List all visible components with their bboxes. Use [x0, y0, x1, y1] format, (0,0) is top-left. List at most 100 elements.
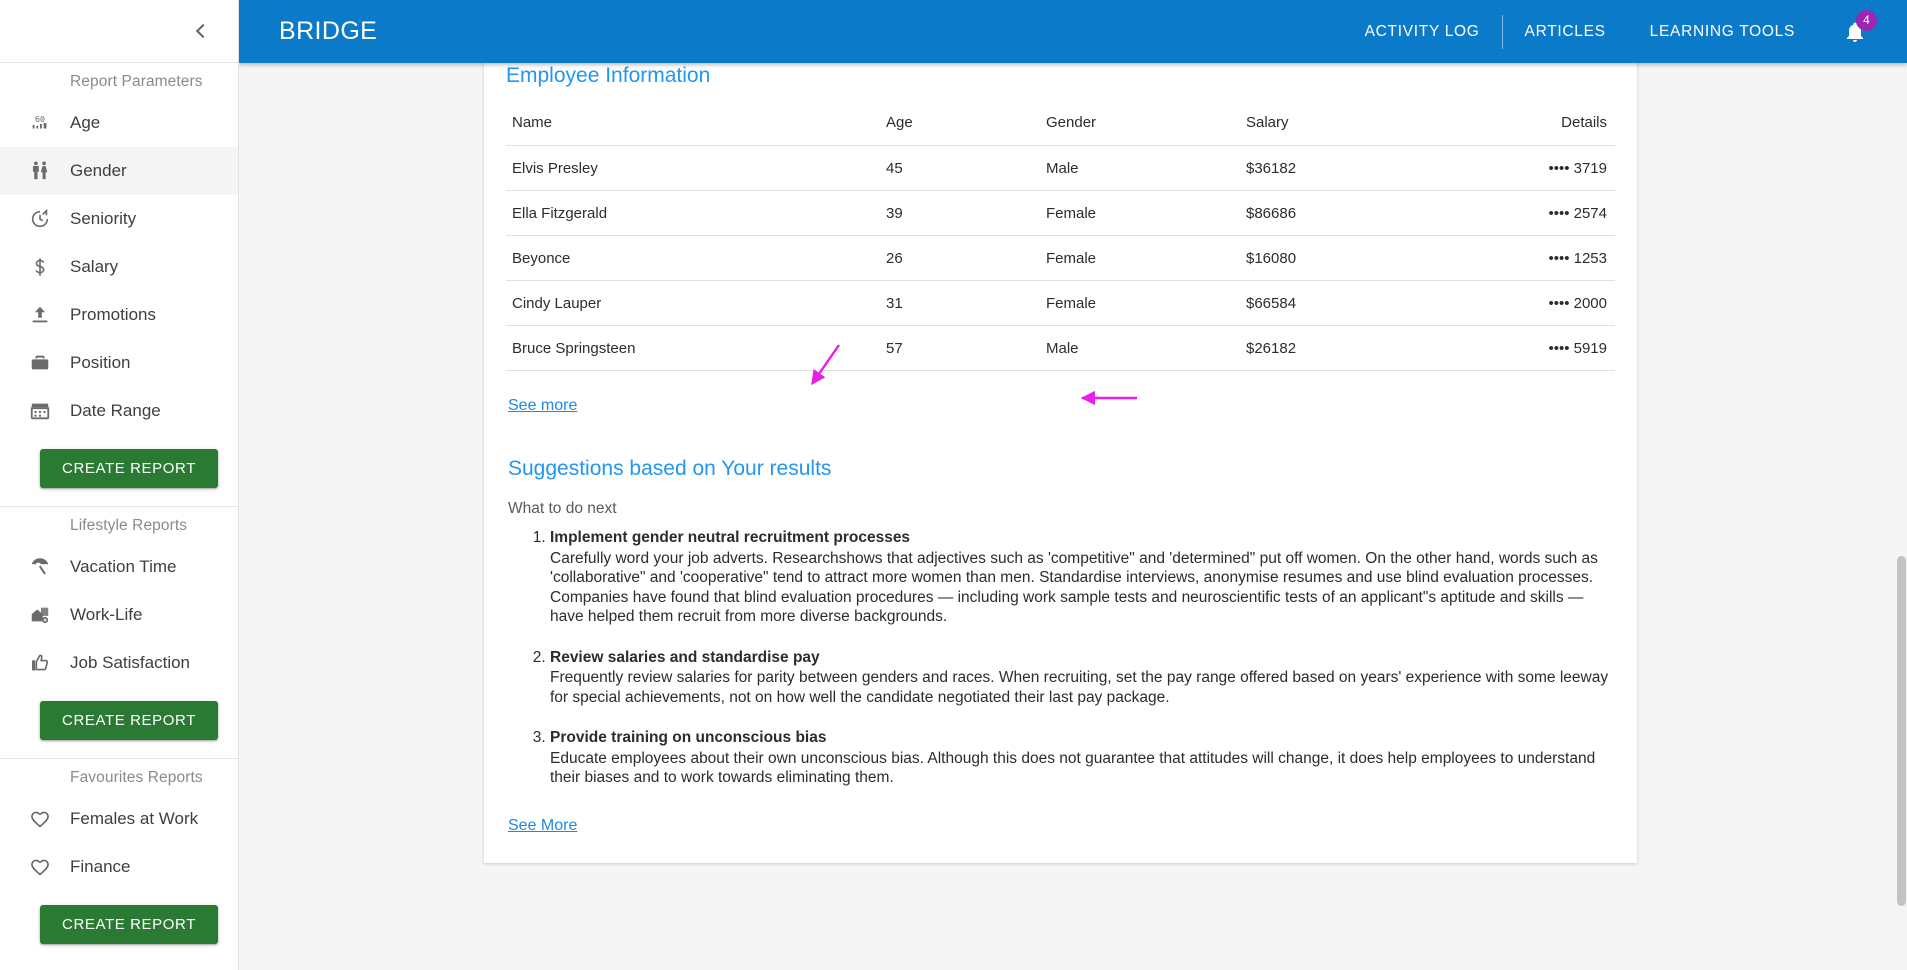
sidebar-group-0: Report Parameters 60 Age Gender Seniority Sal… [0, 63, 238, 507]
content-scroll-area: Employee Information Name Age Gender Sal… [239, 63, 1907, 970]
cell-name: Elvis Presley [506, 145, 886, 191]
table-row[interactable]: Ella Fitzgerald 39 Female $86686 •••• 2574 [506, 190, 1615, 236]
svg-text:60: 60 [35, 114, 45, 124]
notification-badge: 4 [1856, 9, 1877, 31]
gender-icon [10, 160, 70, 182]
cell-name: Ella Fitzgerald [506, 190, 886, 236]
create-report-button[interactable]: CREATE REPORT [40, 449, 218, 488]
nav-link-learning-tools[interactable]: LEARNING TOOLS [1628, 23, 1817, 41]
heart-icon [10, 808, 70, 830]
nav-link-activity-log[interactable]: ACTIVITY LOG [1343, 23, 1502, 41]
sidebar-item-promotions[interactable]: Promotions [0, 291, 238, 339]
sidebar-group-1: Lifestyle Reports Vacation Time Work-Life J… [0, 507, 238, 759]
cell-gender: Male [1046, 325, 1246, 371]
sidebar-item-label: Date Range [70, 401, 161, 420]
cell-salary: $26182 [1246, 325, 1506, 371]
sidebar-item-label: Vacation Time [70, 557, 177, 576]
suggestion-heading: Review salaries and standardise pay [550, 648, 820, 666]
cell-details: •••• 3719 [1506, 145, 1615, 191]
sidebar-create-report-wrap: CREATE REPORT [0, 687, 238, 758]
cell-name: Beyonce [506, 235, 886, 281]
sidebar-item-label: Work-Life [70, 605, 143, 624]
cell-gender: Female [1046, 235, 1246, 281]
suggestion-item: Implement gender neutral recruitment pro… [550, 528, 1615, 627]
app-bar: BRIDGE ACTIVITY LOG ARTICLES LEARNING TO… [239, 0, 1907, 63]
age-counter-icon: 60 [10, 112, 70, 134]
sidebar-create-report-wrap: CREATE REPORT [0, 891, 238, 962]
sidebar-item-job-satisfaction[interactable]: Job Satisfaction [0, 639, 238, 687]
sidebar-item-vacation-time[interactable]: Vacation Time [0, 543, 238, 591]
brand-title: BRIDGE [279, 17, 378, 45]
report-card: Employee Information Name Age Gender Sal… [484, 63, 1637, 863]
thumb-up-icon [10, 652, 70, 674]
sidebar-create-report-wrap: CREATE REPORT [0, 435, 238, 506]
sidebar-group-title: Report Parameters [70, 73, 203, 90]
cell-name: Cindy Lauper [506, 280, 886, 326]
suggestions-subtitle: What to do next [508, 500, 617, 517]
suggestion-item: Provide training on unconscious bias Educ… [550, 728, 1615, 788]
suggestion-heading: Implement gender neutral recruitment pro… [550, 529, 911, 546]
sidebar: Report Parameters 60 Age Gender Seniority Sal… [0, 0, 239, 970]
cell-age: 45 [886, 145, 1046, 191]
nav-link-articles[interactable]: ARTICLES [1503, 23, 1628, 41]
cell-age: 31 [886, 280, 1046, 326]
suggestion-heading: Provide training on unconscious bias [550, 729, 827, 746]
table-row[interactable]: Cindy Lauper 31 Female $66584 •••• 2000 [506, 280, 1615, 326]
cell-gender: Male [1046, 145, 1246, 191]
cell-gender: Female [1046, 190, 1246, 236]
upload-icon [10, 304, 70, 326]
sidebar-item-label: Age [70, 113, 101, 132]
sidebar-item-salary[interactable]: Salary [0, 243, 238, 291]
sidebar-item-date-range[interactable]: Date Range [0, 387, 238, 435]
suggestions-list: Implement gender neutral recruitment pro… [506, 528, 1615, 788]
sidebar-item-females-at-work[interactable]: Females at Work [0, 795, 238, 843]
sidebar-item-finance[interactable]: Finance [0, 843, 238, 891]
table-row[interactable]: Elvis Presley 45 Male $36182 •••• 3719 [506, 145, 1615, 191]
suggestions-see-more-link[interactable]: See More [508, 817, 577, 835]
table-row[interactable]: Beyonce 26 Female $16080 •••• 1253 [506, 235, 1615, 281]
sidebar-item-gender[interactable]: Gender [0, 147, 238, 195]
app-root: Report Parameters 60 Age Gender Seniority Sal… [0, 0, 1907, 970]
sidebar-item-label: Seniority [70, 209, 137, 228]
table-row[interactable]: Bruce Springsteen 57 Male $26182 •••• 5919 [506, 325, 1615, 371]
sidebar-item-seniority[interactable]: Seniority [0, 195, 238, 243]
main-region: BRIDGE ACTIVITY LOG ARTICLES LEARNING TO… [239, 0, 1907, 970]
suggestion-body: Frequently review salaries for parity be… [550, 669, 1609, 706]
sidebar-item-position[interactable]: Position [0, 339, 238, 387]
calendar-icon [10, 400, 70, 422]
cell-salary: $86686 [1246, 190, 1506, 236]
cell-salary: $36182 [1246, 145, 1506, 191]
create-report-button[interactable]: CREATE REPORT [40, 905, 218, 944]
sidebar-group-2: Favourites Reports Females at Work Finance… [0, 759, 238, 962]
employee-table: Name Age Gender Salary Details Elvis Pre… [506, 106, 1615, 371]
create-report-button[interactable]: CREATE REPORT [40, 701, 218, 740]
col-header-gender: Gender [1046, 106, 1246, 146]
cell-details: •••• 1253 [1506, 235, 1615, 281]
vertical-scrollbar[interactable] [1895, 126, 1907, 970]
employee-card-title: Employee Information [506, 64, 711, 87]
see-more-link[interactable]: See more [508, 397, 577, 415]
sidebar-item-label: Promotions [70, 305, 156, 324]
sidebar-header [0, 0, 238, 63]
heart-icon [10, 856, 70, 878]
cell-age: 26 [886, 235, 1046, 281]
sidebar-collapse-button[interactable] [186, 14, 220, 48]
suggestions-see-more-row: See More [506, 809, 1615, 835]
sidebar-group-title: Lifestyle Reports [70, 517, 188, 534]
sidebar-item-label: Females at Work [70, 809, 199, 828]
see-more-row: See more [506, 371, 1615, 415]
cell-age: 57 [886, 325, 1046, 371]
table-header-row: Name Age Gender Salary Details [506, 106, 1615, 146]
scrollbar-thumb[interactable] [1897, 556, 1906, 906]
dollar-icon [10, 256, 70, 278]
sidebar-item-age[interactable]: 60 Age [0, 99, 238, 147]
notifications-button[interactable]: 4 [1829, 8, 1881, 56]
col-header-age: Age [886, 106, 1046, 146]
cell-details: •••• 5919 [1506, 325, 1615, 371]
cell-age: 39 [886, 190, 1046, 236]
employee-table-head: Name Age Gender Salary Details [506, 106, 1615, 146]
cell-name: Bruce Springsteen [506, 325, 886, 371]
top-nav: ACTIVITY LOG ARTICLES LEARNING TOOLS [1343, 14, 1817, 49]
sidebar-item-work-life[interactable]: Work-Life [0, 591, 238, 639]
cell-details: •••• 2574 [1506, 190, 1615, 236]
